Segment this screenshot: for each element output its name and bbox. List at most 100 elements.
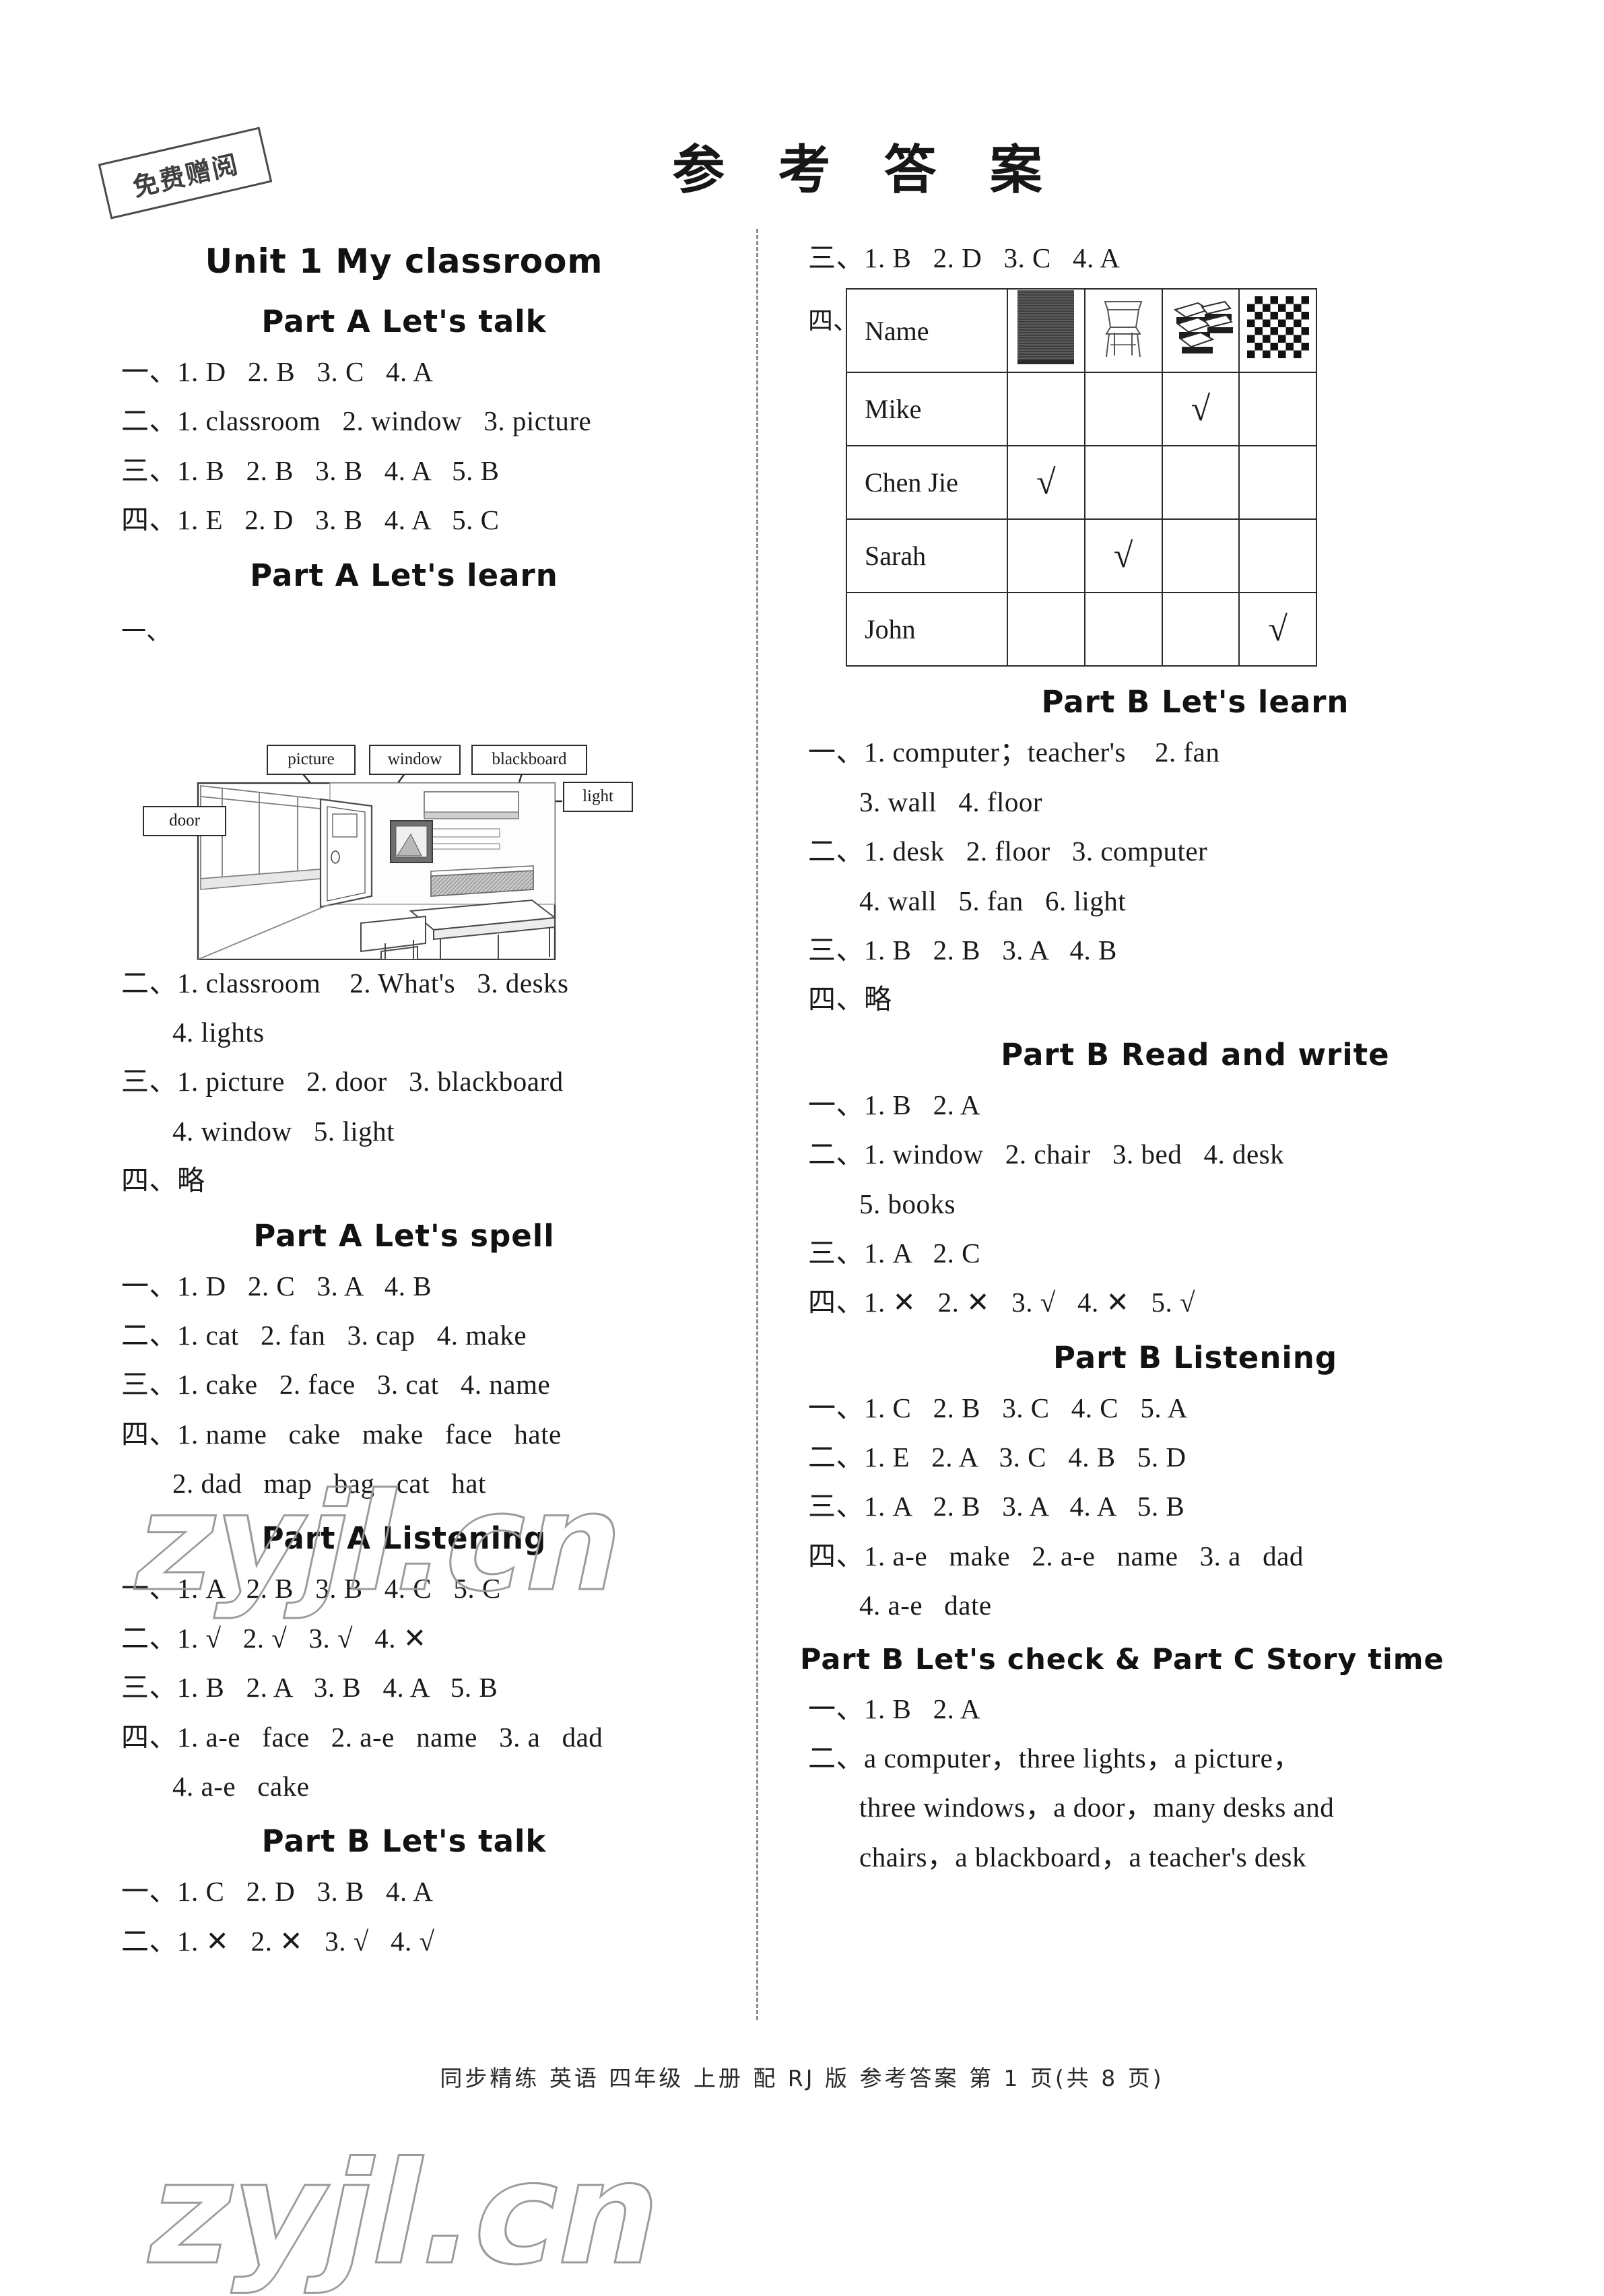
label-picture: picture: [267, 744, 356, 775]
tick-cell: [1007, 592, 1085, 667]
tick-cell: [1161, 445, 1240, 520]
answer-key-page: 免费赠阅 参 考 答 案 Unit 1 My classroom Part A …: [0, 0, 1604, 2296]
heading-part-a-lets-learn: Part A Let's learn: [250, 557, 558, 593]
answer-line: 三、1. cake 2. face 3. cat 4. name: [121, 1369, 551, 1400]
answer-line: 5. books: [859, 1188, 956, 1219]
answer-line: 一、1. computer；teacher's 2. fan: [808, 737, 1220, 768]
answer-line: 二、1. classroom 2. What's 3. desks: [121, 967, 569, 999]
label-light: light: [563, 781, 633, 812]
tick-cell: [1161, 518, 1240, 594]
answer-line: 4. window 5. light: [172, 1115, 395, 1147]
column-header-desks: [1161, 288, 1240, 374]
answer-line: three windows，a door，many desks and: [859, 1792, 1335, 1823]
answer-line: 一、1. C 2. B 3. C 4. C 5. A: [808, 1392, 1188, 1423]
answer-line: 三、1. picture 2. door 3. blackboard: [121, 1066, 564, 1098]
answer-line: 一、1. B 2. A: [808, 1693, 980, 1724]
answer-line: 4. a-e date: [859, 1590, 992, 1621]
tick-cell: √: [1007, 445, 1085, 520]
desks-icon: [1173, 301, 1233, 354]
answer-line: 四、1. E 2. D 3. B 4. A 5. C: [121, 504, 500, 536]
answer-line: 一、1. D 2. B 3. C 4. A: [121, 356, 434, 387]
chair-icon: [1104, 301, 1143, 358]
answer-line: 二、1. ✕ 2. ✕ 3. √ 4. √: [121, 1925, 435, 1957]
tick-cell: [1007, 518, 1085, 594]
label-door: door: [143, 805, 226, 836]
answer-line: 4. lights: [172, 1016, 265, 1048]
tick-cell: [1083, 445, 1163, 520]
answer-line: 二、1. classroom 2. window 3. picture: [121, 405, 592, 437]
tick-cell: [1238, 372, 1317, 447]
unit-title: Unit 1 My classroom: [205, 242, 603, 281]
label-window: window: [369, 744, 461, 775]
answer-line: 一、1. B 2. A: [808, 1089, 980, 1120]
survey-table: Name Mike √ Chen Jie √ Sarah √ John √: [846, 288, 1317, 667]
tick-cell: [1238, 518, 1317, 594]
answer-line: 三、1. B 2. D 3. C 4. A: [808, 242, 1121, 273]
left-column: Unit 1 My classroom Part A Let's talk 一、…: [121, 239, 687, 1971]
tick-cell: √: [1083, 518, 1163, 594]
tick-cell: √: [1238, 592, 1317, 667]
answer-line: 三、1. B 2. B 3. B 4. A 5. B: [121, 454, 500, 486]
question-marker: 四、: [808, 306, 858, 336]
blackboard-icon: [1017, 290, 1075, 365]
row-name: Chen Jie: [846, 445, 1008, 520]
answer-line: 三、1. A 2. B 3. A 4. A 5. B: [808, 1491, 1185, 1522]
table-header-row: Name: [846, 288, 1317, 374]
heading-part-b-check-part-c-story: Part B Let's check & Part C Story time: [800, 1642, 1444, 1677]
floor-icon: [1246, 296, 1309, 359]
answer-line: 一、1. A 2. B 3. B 4. C 5. C: [121, 1573, 501, 1605]
tick-cell: [1083, 592, 1163, 667]
row-name: Mike: [846, 372, 1008, 447]
table-row: Sarah √: [846, 518, 1317, 594]
watermark-bottom: zyjl.cn: [133, 2130, 679, 2296]
answer-line: 二、a computer，three lights，a picture，: [808, 1743, 1301, 1774]
tick-cell: √: [1161, 372, 1240, 447]
answer-line: 一、1. D 2. C 3. A 4. B: [121, 1270, 432, 1302]
table-row: John √: [846, 592, 1317, 667]
tick-cell: [1007, 372, 1085, 447]
right-column: 三、1. B 2. D 3. C 4. A 四、 Name Mike √ Che…: [800, 239, 1582, 1887]
answer-line: 四、1. a-e make 2. a-e name 3. a dad: [808, 1540, 1304, 1572]
column-header-chair: [1083, 288, 1163, 374]
tick-cell: [1083, 372, 1163, 447]
page-footer: 同步精练 英语 四年级 上册 配 RJ 版 参考答案 第 1 页(共 8 页): [440, 2065, 1164, 2091]
heading-part-a-listening: Part A Listening: [261, 1520, 547, 1557]
row-name: John: [846, 592, 1008, 667]
heading-part-a-lets-spell: Part A Let's spell: [253, 1217, 555, 1254]
answer-line: 二、1. E 2. A 3. C 4. B 5. D: [808, 1442, 1187, 1473]
answer-line: 二、1. window 2. chair 3. bed 4. desk: [808, 1139, 1285, 1170]
heading-part-b-read-and-write: Part B Read and write: [1001, 1036, 1390, 1073]
tick-cell: [1238, 445, 1317, 520]
answer-line: 四、1. name cake make face hate: [121, 1418, 562, 1450]
label-blackboard: blackboard: [471, 744, 587, 775]
tick-cell: [1161, 592, 1240, 667]
answer-line: 三、1. B 2. B 3. A 4. B: [808, 934, 1117, 966]
column-header-blackboard: [1007, 288, 1085, 374]
column-header-floor: [1238, 288, 1317, 374]
heading-part-a-lets-talk: Part A Let's talk: [261, 304, 547, 339]
answer-line: 四、略: [121, 1165, 205, 1196]
heading-part-b-lets-talk: Part B Let's talk: [261, 1823, 547, 1860]
answer-line: 3. wall 4. floor: [859, 786, 1043, 817]
answer-line: 二、1. desk 2. floor 3. computer: [808, 836, 1208, 867]
answer-line: 四、略: [808, 984, 892, 1015]
answer-line: 一、1. C 2. D 3. B 4. A: [121, 1876, 434, 1907]
heading-part-b-listening: Part B Listening: [1052, 1339, 1338, 1376]
answer-line: 三、1. A 2. C: [808, 1237, 980, 1269]
row-name: Sarah: [846, 518, 1008, 594]
answer-line: chairs，a blackboard，a teacher's desk: [859, 1841, 1307, 1872]
answer-line: 三、1. B 2. A 3. B 4. A 5. B: [121, 1672, 498, 1703]
column-header-name: Name: [846, 288, 1008, 374]
answer-line: 四、1. a-e face 2. a-e name 3. a dad: [121, 1721, 603, 1753]
column-divider: [756, 229, 758, 2020]
answer-line: 2. dad map bag cat hat: [172, 1468, 486, 1499]
page-title: 参 考 答 案: [672, 140, 1060, 201]
classroom-diagram: 一、 door picture window blackboard light: [121, 607, 687, 960]
answer-line: 4. a-e cake: [172, 1771, 310, 1802]
heading-part-b-lets-learn: Part B Let's learn: [1041, 684, 1349, 720]
answer-line: 二、1. √ 2. √ 3. √ 4. ✕: [121, 1622, 427, 1654]
answer-line: 二、1. cat 2. fan 3. cap 4. make: [121, 1319, 527, 1351]
table-row: Chen Jie √: [846, 445, 1317, 520]
answer-line: 四、1. ✕ 2. ✕ 3. √ 4. ✕ 5. √: [808, 1287, 1196, 1318]
table-row: Mike √: [846, 372, 1317, 447]
